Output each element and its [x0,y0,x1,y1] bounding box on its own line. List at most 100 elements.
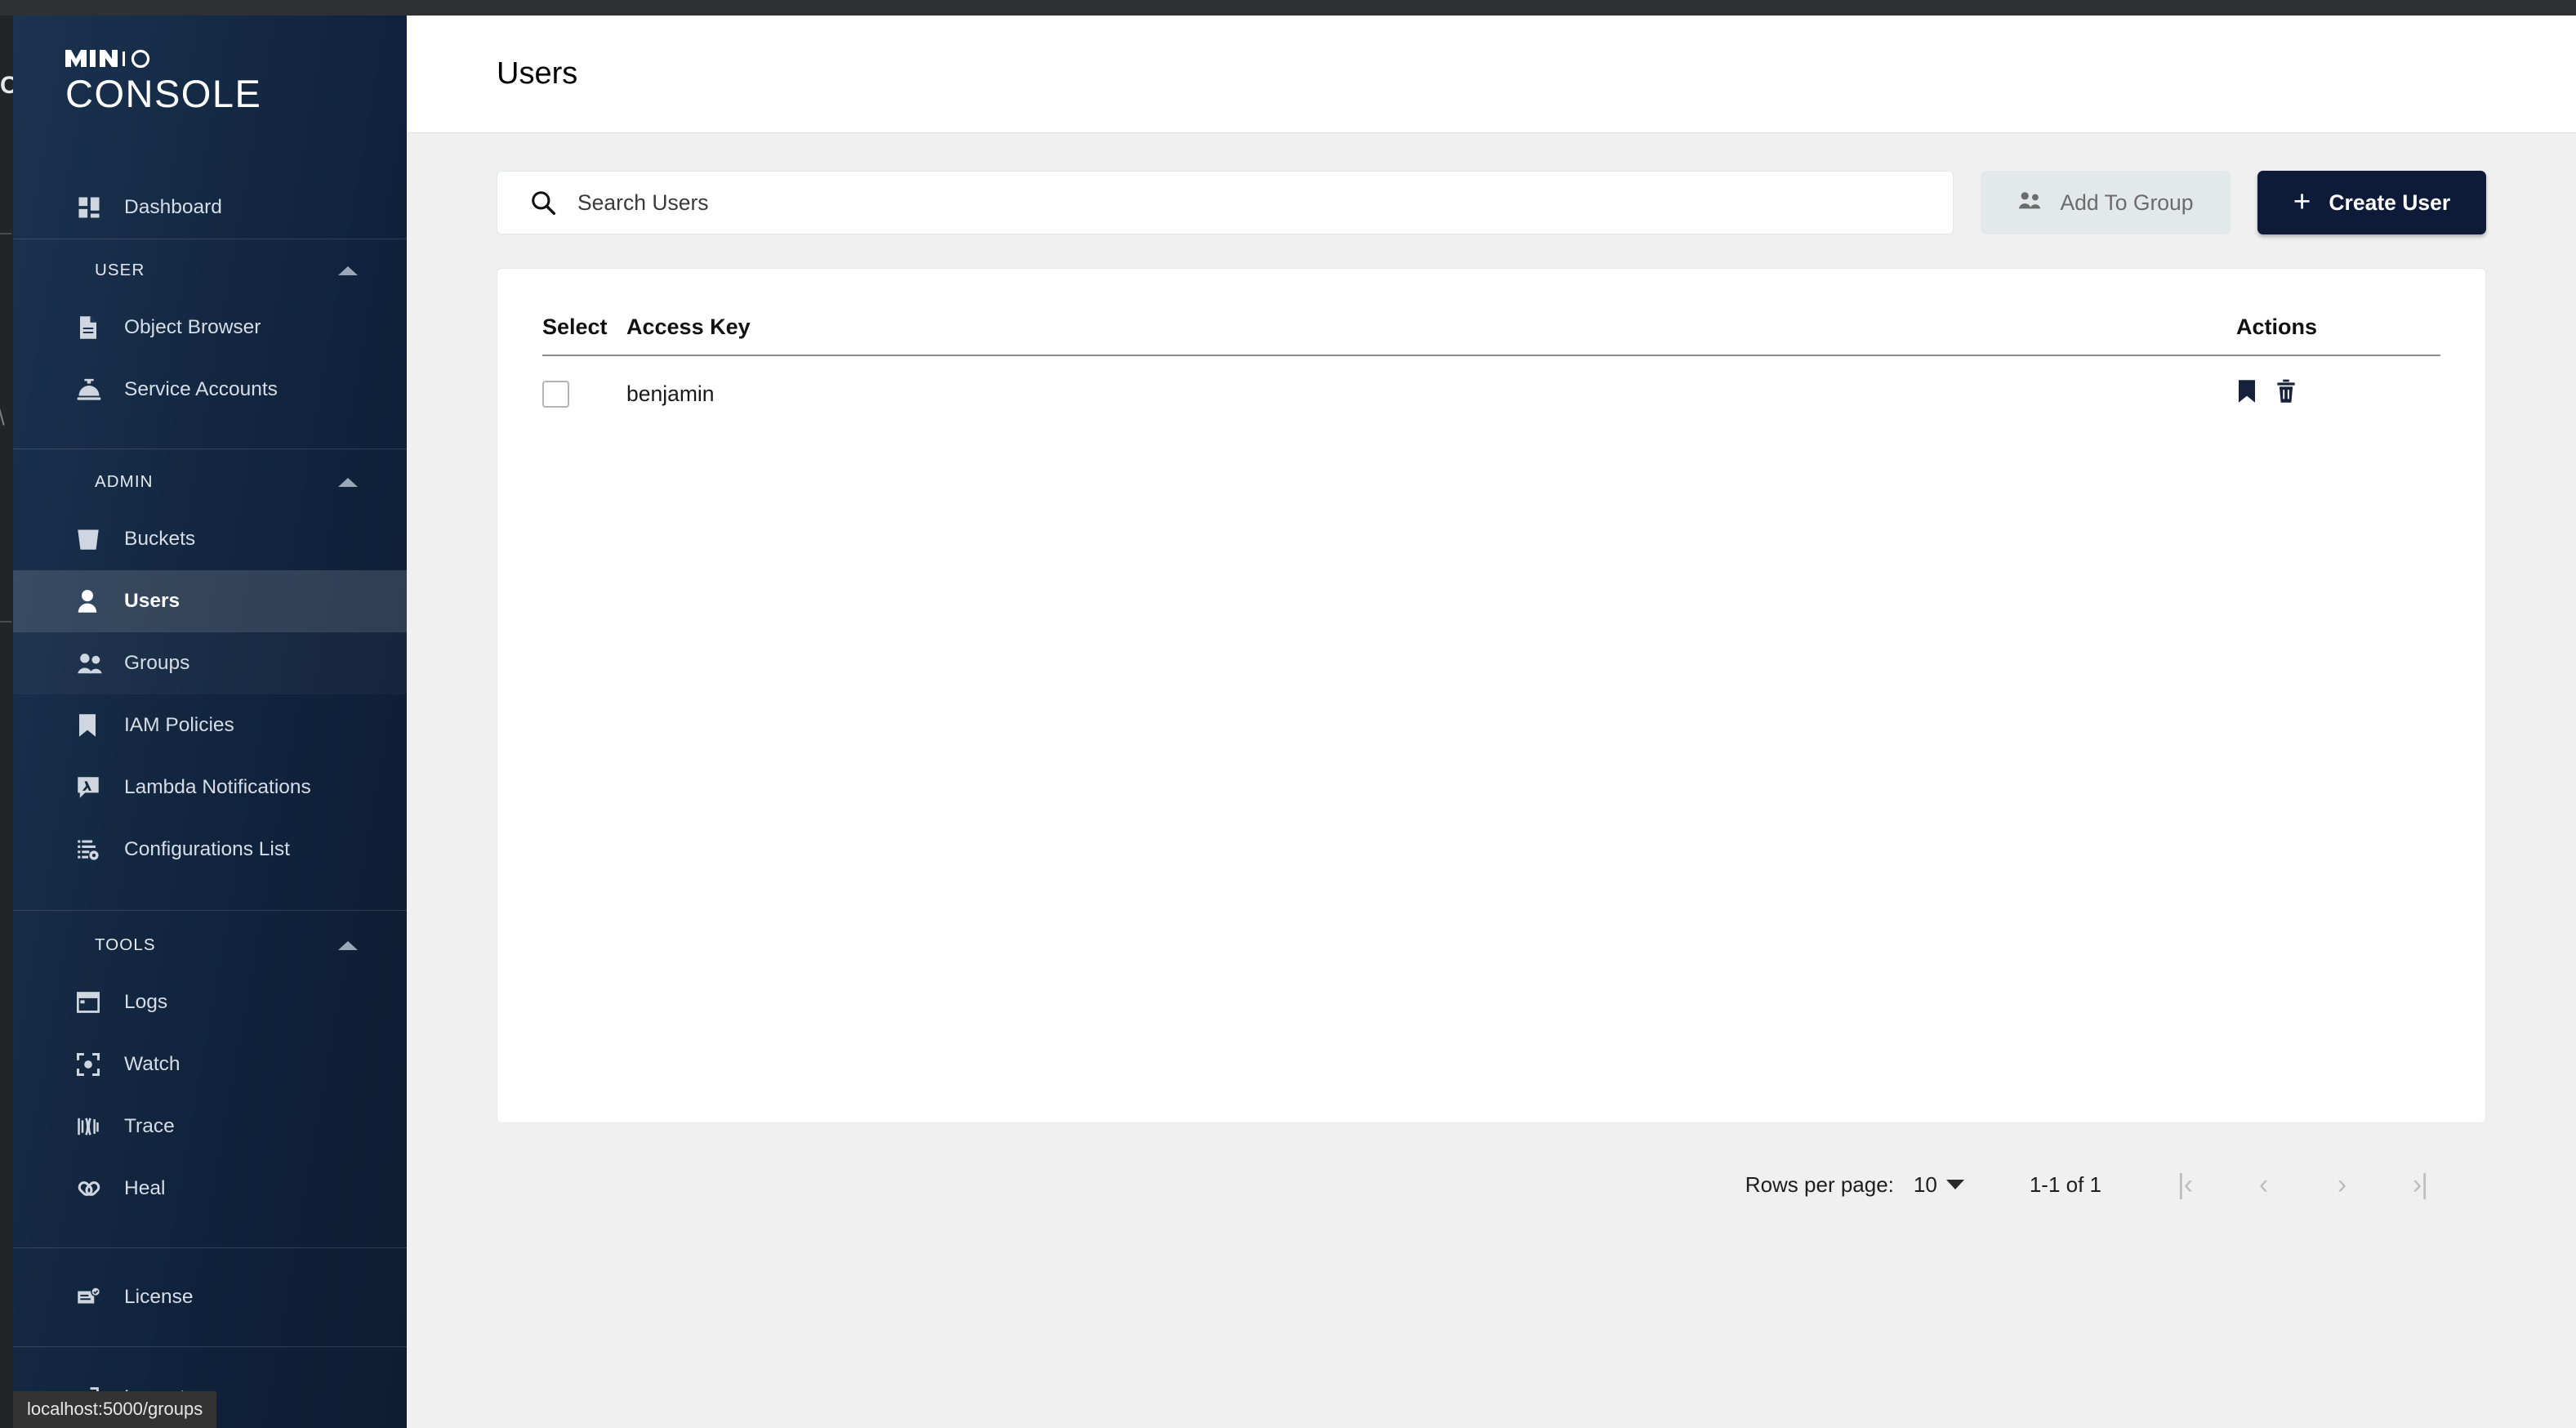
groups-icon [77,651,108,676]
prev-page-icon[interactable]: ‹ [2224,1161,2302,1208]
chevron-up-icon[interactable] [338,940,358,950]
sidebar-section-admin: ADMIN Buckets Users Groups IAM Policies … [13,449,407,910]
sidebar-section-header-tools[interactable]: TOOLS [13,919,407,971]
rows-per-page-label: Rows per page: [1745,1171,1894,1197]
sidebar-item-label-buckets: Buckets [124,528,196,550]
sidebar-item-iam-policies[interactable]: IAM Policies [13,694,407,756]
settings-list-icon [77,837,108,862]
bookmark-icon[interactable] [2236,379,2257,404]
sidebar-item-logs[interactable]: Logs [13,971,407,1033]
sidebar-item-label-logs: Logs [124,991,168,1013]
user-icon [77,589,108,614]
main-content: Users Search Users Add To Group + Create… [407,16,2576,1428]
trace-lines-icon [77,1114,108,1139]
sidebar-item-dashboard[interactable]: Dashboard [13,176,407,239]
bucket-icon [77,527,108,551]
add-to-group-button[interactable]: Add To Group [1981,171,2231,234]
background-window-divider-2 [0,621,11,623]
add-to-group-label: Add To Group [2060,190,2194,215]
create-user-button[interactable]: + Create User [2257,171,2486,234]
sidebar-item-groups[interactable]: Groups [13,632,407,694]
table-header-row: Select Access Key Actions [542,269,2440,356]
license-check-icon [77,1285,108,1310]
column-header-access-key: Access Key [626,269,2236,356]
sidebar-item-label-license: License [124,1286,194,1308]
minio-wordmark-icon [65,49,150,69]
sidebar-item-label-groups: Groups [124,652,190,674]
sidebar-item-users[interactable]: Users [13,570,407,632]
trash-icon[interactable] [2275,379,2297,404]
sidebar-item-trace[interactable]: Trace [13,1096,407,1158]
rows-per-page-value[interactable]: 10 [1914,1172,1937,1198]
sidebar-item-watch[interactable]: Watch [13,1033,407,1096]
toolbar: Add To Group + Create User [497,171,2486,234]
search-users-box[interactable] [497,171,1954,234]
search-icon [530,190,556,216]
sidebar-item-label-configurations-list: Configurations List [124,838,290,860]
bookmark-icon [77,713,108,738]
dashboard-icon [77,195,108,220]
lambda-icon [77,775,108,800]
row-action-icons [2236,379,2297,404]
pagination-range-label: 1-1 of 1 [2029,1171,2101,1197]
content-area: Add To Group + Create User Select Access… [407,133,2576,1208]
watch-target-icon [77,1052,108,1077]
sidebar-section-title-admin: ADMIN [95,472,154,491]
users-table-card: Select Access Key Actions benjamin [497,268,2486,1123]
plus-icon: + [2293,184,2311,218]
chevron-up-icon[interactable] [338,266,358,275]
sidebar-section-license: License [13,1248,407,1346]
sidebar-item-label-users: Users [124,590,180,612]
window-top-chrome [0,0,2576,16]
sidebar-section-header-admin[interactable]: ADMIN [13,456,407,508]
sidebar-item-license[interactable]: License [13,1266,407,1328]
sidebar-item-configurations-list[interactable]: Configurations List [13,819,407,881]
chevron-down-icon[interactable] [1945,1180,1964,1189]
last-page-icon[interactable]: ›| [2381,1161,2459,1208]
row-access-key: benjamin [626,382,715,406]
sidebar-item-lambda-notifications[interactable]: Lambda Notifications [13,756,407,819]
pagination: Rows per page: 10 1-1 of 1 |‹ ‹ › ›| [497,1123,2486,1208]
sidebar-section-title-tools: TOOLS [95,935,156,954]
users-table-body: benjamin [542,355,2440,432]
sidebar-section-user: USER Object Browser Service Accounts [13,239,407,448]
sidebar-section-header-user[interactable]: USER [13,244,407,297]
sidebar-item-label-trace: Trace [124,1115,175,1137]
service-bell-icon [77,377,108,402]
background-window-strip [0,16,13,1428]
sidebar-item-label-lambda-notifications: Lambda Notifications [124,776,311,798]
users-table: Select Access Key Actions benjamin [542,269,2440,432]
row-checkbox[interactable] [542,381,569,408]
search-input[interactable] [577,172,1953,234]
first-page-icon[interactable]: |‹ [2146,1161,2224,1208]
sidebar-item-label-object-browser: Object Browser [124,316,261,338]
groups-icon [2017,190,2042,216]
logs-window-icon [77,990,108,1015]
column-header-actions: Actions [2236,269,2440,356]
sidebar-item-object-browser[interactable]: Object Browser [13,297,407,359]
sidebar-section-title-user: USER [95,261,145,279]
sidebar-item-buckets[interactable]: Buckets [13,508,407,570]
column-header-select: Select [542,269,626,356]
sidebar: CONSOLE Dashboard USER Object Browser Se… [13,16,407,1428]
document-icon [77,315,108,340]
sidebar-item-label-watch: Watch [124,1053,180,1075]
brand-logo[interactable]: CONSOLE [13,16,407,113]
status-bar-url: localhost:5000/groups [13,1391,217,1428]
page-title: Users [497,56,578,91]
table-row[interactable]: benjamin [542,355,2440,432]
sidebar-item-label-iam-policies: IAM Policies [124,714,234,736]
background-window-divider-1 [0,233,11,234]
sidebar-item-label-service-accounts: Service Accounts [124,378,278,400]
row-select-cell [542,355,626,432]
sidebar-section-tools: TOOLS Logs Watch Trace Heal [13,911,407,1247]
sidebar-section-dashboard: Dashboard [13,113,407,239]
next-page-icon[interactable]: › [2302,1161,2381,1208]
page-header: Users [407,16,2576,133]
brand-console-text: CONSOLE [65,72,262,115]
chevron-up-icon[interactable] [338,477,358,487]
sidebar-item-heal[interactable]: Heal [13,1158,407,1220]
sidebar-item-label-dashboard: Dashboard [124,196,222,218]
bandage-icon [77,1176,108,1201]
sidebar-item-service-accounts[interactable]: Service Accounts [13,359,407,421]
